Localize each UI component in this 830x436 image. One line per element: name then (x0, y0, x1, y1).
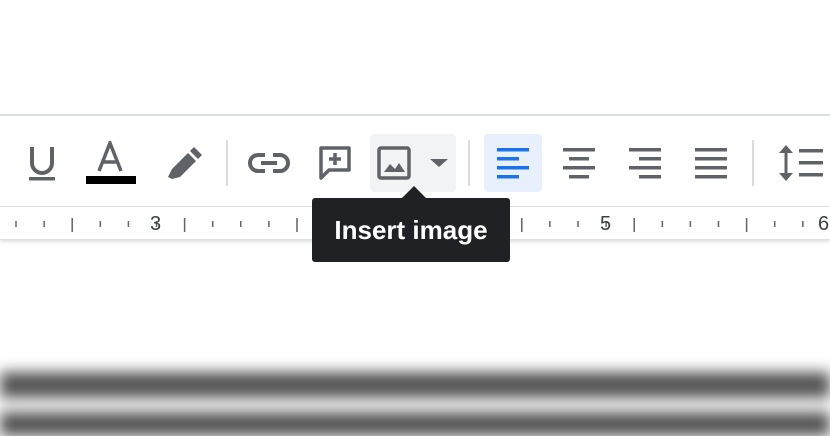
toolbar-separator (226, 140, 228, 186)
justify-icon (695, 148, 727, 179)
align-left-button[interactable] (484, 134, 542, 192)
line-spacing-icon (779, 145, 823, 181)
highlight-color-button[interactable] (154, 134, 210, 192)
insert-image-button[interactable] (370, 134, 456, 192)
ruler-number: 5 (600, 213, 612, 235)
image-icon (377, 146, 411, 180)
insert-image-tooltip: Insert image (312, 198, 510, 262)
chevron-down-icon[interactable] (428, 156, 450, 170)
align-left-icon (497, 148, 529, 179)
link-icon (248, 153, 290, 173)
blurred-text-line (0, 372, 830, 398)
align-center-button[interactable] (550, 134, 608, 192)
align-right-icon (629, 148, 661, 179)
highlighter-icon (168, 147, 202, 179)
ruler-number: 3 (150, 213, 162, 235)
add-comment-button[interactable] (310, 134, 360, 192)
document-body-blurred (0, 366, 830, 436)
text-color-button[interactable] (82, 134, 138, 192)
text-color-icon (86, 141, 136, 184)
insert-link-button[interactable] (244, 134, 294, 192)
toolbar-separator (468, 140, 470, 186)
tooltip-arrow (402, 186, 426, 198)
line-spacing-button[interactable] (772, 134, 828, 192)
underline-button[interactable] (16, 134, 68, 192)
align-right-button[interactable] (616, 134, 674, 192)
justify-button[interactable] (682, 134, 740, 192)
blurred-text-line (0, 412, 830, 436)
underline-icon (29, 147, 55, 181)
toolbar-separator (752, 140, 754, 186)
align-center-icon (563, 148, 595, 179)
add-comment-icon (319, 146, 351, 180)
ruler-number: 6 (818, 213, 830, 235)
